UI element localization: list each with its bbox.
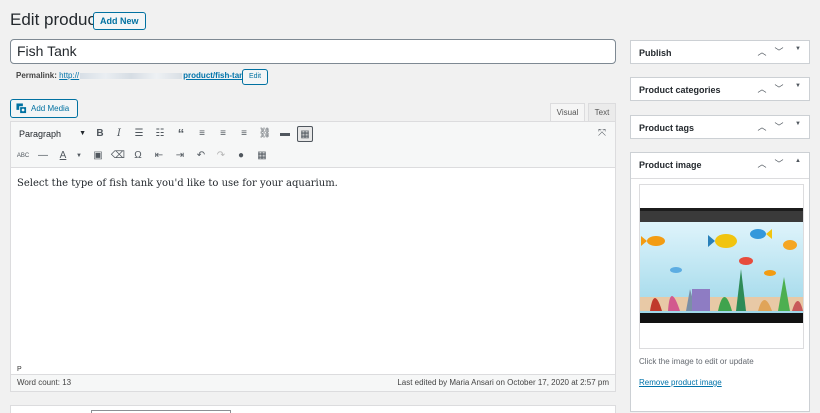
product-image-box-header[interactable]: Product image ︿ ﹀ ▲ [631,153,809,179]
editor-status-bar: Word count: 13 Last edited by Maria Ansa… [10,374,616,392]
link-icon[interactable]: ⛓ [257,126,273,142]
add-media-label: Add Media [31,104,70,113]
product-categories-box-header[interactable]: Product categories ︿ ﹀ ▼ [631,78,809,104]
product-title-input[interactable]: Fish Tank [10,39,616,64]
toggle-panel-icon[interactable]: ▲ [791,158,805,164]
align-center-icon[interactable]: ≡ [215,126,231,142]
page-title: Edit product [10,10,101,29]
permalink-row: Permalink: http:// product/fish-tank/ [16,71,251,80]
indent-icon[interactable]: ⇥ [172,148,188,164]
special-character-icon[interactable]: Ω [130,148,146,164]
remove-product-image-link[interactable]: Remove product image [639,378,722,387]
clear-formatting-icon[interactable]: ⌫ [110,148,126,164]
toggle-panel-icon[interactable]: ▼ [791,121,805,127]
permalink-edit-button[interactable]: Edit [242,69,269,85]
undo-icon[interactable]: ↶ [193,148,209,164]
add-media-button[interactable]: Add Media [10,99,78,118]
format-select-value: Paragraph [19,129,62,139]
format-select[interactable]: Paragraph ▼ [16,126,88,142]
editor-toolbar: Paragraph ▼ B I ☰ ☷ “ ≡ ≡ ≡ ⛓ ▬ ▦ ⤧ ABC … [11,122,615,168]
image-edit-note: Click the image to edit or update [639,357,754,366]
horizontal-line-icon[interactable]: — [35,148,51,164]
product-tags-box-header[interactable]: Product tags ︿ ﹀ ▼ [631,116,809,142]
table-icon[interactable]: ▦ [254,148,270,164]
help-icon[interactable]: ● [233,148,249,164]
chevron-down-icon: ▼ [79,130,86,137]
product-image[interactable] [639,184,804,349]
move-up-icon[interactable]: ︿ [755,45,769,58]
element-path[interactable]: P [17,366,22,373]
blockquote-icon[interactable]: “ [173,126,189,142]
italic-icon[interactable]: I [111,126,127,142]
outdent-icon[interactable]: ⇤ [151,148,167,164]
redo-icon[interactable]: ↷ [213,148,229,164]
permalink-label: Permalink: [16,71,57,80]
read-more-icon[interactable]: ▬ [277,126,293,142]
permalink-blurred-domain [80,72,183,79]
permalink-path: product/fish-tank/ [183,71,251,80]
product-tags-title: Product tags [639,123,695,133]
add-new-button[interactable]: Add New [93,12,146,30]
strikethrough-icon[interactable]: ABC [15,148,31,164]
product-tags-box: Product tags ︿ ﹀ ▼ [630,115,810,139]
media-icon [16,103,27,114]
move-down-icon[interactable]: ﹀ [772,45,786,58]
move-up-icon[interactable]: ︿ [755,120,769,133]
move-up-icon[interactable]: ︿ [755,82,769,95]
toolbar-toggle-icon[interactable]: ▦ [297,126,313,142]
tab-text[interactable]: Text [588,103,616,121]
align-left-icon[interactable]: ≡ [194,126,210,142]
editor-content[interactable]: Select the type of fish tank you'd like … [17,178,338,189]
numbered-list-icon[interactable]: ☷ [152,126,168,142]
bold-icon[interactable]: B [92,126,108,142]
move-down-icon[interactable]: ﹀ [772,157,786,170]
last-edited: Last edited by Maria Ansari on October 1… [397,378,609,387]
align-right-icon[interactable]: ≡ [236,126,252,142]
word-count: Word count: 13 [17,378,72,387]
move-down-icon[interactable]: ﹀ [772,82,786,95]
text-color-icon[interactable]: A [55,148,71,164]
product-categories-box: Product categories ︿ ﹀ ▼ [630,77,810,101]
publish-box-header[interactable]: Publish ︿ ﹀ ▼ [631,41,809,67]
publish-title: Publish [639,48,672,58]
move-down-icon[interactable]: ﹀ [772,120,786,133]
aquarium-illustration [640,208,803,323]
fullscreen-icon[interactable]: ⤧ [594,126,610,142]
product-image-box: Product image ︿ ﹀ ▲ Click the image to e… [630,152,810,412]
product-categories-title: Product categories [639,85,721,95]
toggle-panel-icon[interactable]: ▼ [791,46,805,52]
publish-box: Publish ︿ ﹀ ▼ [630,40,810,64]
permalink-prefix: http:// [59,71,80,80]
tab-visual[interactable]: Visual [550,103,585,121]
permalink-link[interactable]: http:// product/fish-tank/ [59,71,251,80]
text-color-caret-icon[interactable]: ▼ [71,148,87,164]
product-image-title: Product image [639,160,702,170]
toggle-panel-icon[interactable]: ▼ [791,83,805,89]
bullet-list-icon[interactable]: ☰ [131,126,147,142]
move-up-icon[interactable]: ︿ [755,157,769,170]
paste-text-icon[interactable]: ▣ [90,148,106,164]
